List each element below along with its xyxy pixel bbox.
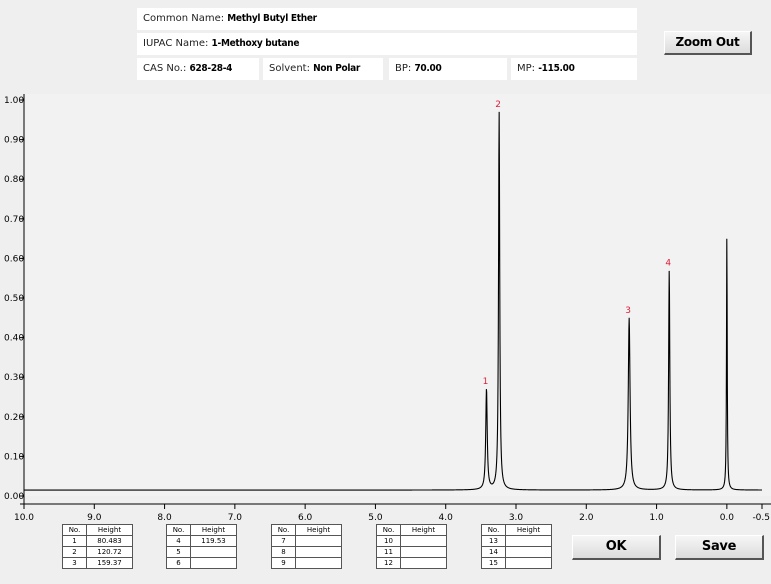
x-tick-label: 7.0: [228, 513, 243, 520]
peak-number: 4: [166, 535, 191, 547]
peak-table-row: 11: [376, 546, 447, 558]
y-tick-label: 0.40: [4, 334, 24, 344]
peak-height: [505, 546, 552, 558]
peak-height: [400, 546, 447, 558]
peak-table-header-no: No.: [376, 524, 401, 536]
x-tick-label: 8.0: [157, 513, 172, 520]
x-tick-label: 10.0: [14, 513, 34, 520]
peak-height: [190, 557, 237, 569]
peak-height: 159.37: [86, 557, 133, 569]
peak-height: [295, 546, 342, 558]
x-tick-label: 1.0: [649, 513, 664, 520]
x-tick-label: 6.0: [298, 513, 313, 520]
y-tick-label: 0.50: [4, 294, 24, 304]
peak-table-row: 1 80.483: [62, 535, 133, 547]
y-tick-label: 0.70: [4, 215, 24, 225]
peak-height: [505, 535, 552, 547]
peak-label: 3: [625, 306, 631, 316]
y-tick-label: 0.60: [4, 254, 24, 264]
peak-table-row: 7: [271, 535, 342, 547]
peak-height: [505, 557, 552, 569]
peak-table-row: 12: [376, 557, 447, 569]
x-tick-label: 9.0: [87, 513, 102, 520]
peak-number: 14: [481, 546, 506, 558]
peak-number: 3: [62, 557, 87, 569]
peak-table-row: 2 120.72: [62, 546, 133, 558]
peak-table-header-height: Height: [190, 524, 237, 536]
peak-table-header-height: Height: [400, 524, 447, 536]
peak-table: No. Height 10 11 12: [376, 524, 447, 569]
peak-number: 12: [376, 557, 401, 569]
peak-label: 4: [665, 258, 671, 268]
peak-table: No. Height 7 8 9: [271, 524, 342, 569]
peak-label: 1: [483, 377, 489, 387]
peak-table-row: 3 159.37: [62, 557, 133, 569]
peak-number: 13: [481, 535, 506, 547]
peak-number: 15: [481, 557, 506, 569]
peak-table-header-no: No.: [481, 524, 506, 536]
peak-table-row: 14: [481, 546, 552, 558]
ok-button[interactable]: OK: [572, 535, 661, 560]
x-tick-label: -0.5: [752, 513, 770, 520]
peak-height: [295, 535, 342, 547]
y-tick-label: 0.10: [4, 452, 24, 462]
peak-table-row: 4 119.53: [166, 535, 237, 547]
nmr-spectrum-chart: 1.00 0.90 0.80 0.70 0.60 0.50 0.40 0.30 0.20 0.10…: [4, 94, 771, 520]
x-tick-label: 5.0: [368, 513, 383, 520]
peak-height: [400, 557, 447, 569]
peak-number: 1: [62, 535, 87, 547]
peak-height: 80.483: [86, 535, 133, 547]
peak-number: 5: [166, 546, 191, 558]
peak-label: 2: [495, 100, 501, 110]
peak-table-header-no: No.: [166, 524, 191, 536]
y-tick-label: 0.30: [4, 373, 24, 383]
peak-number: 9: [271, 557, 296, 569]
peak-number: 2: [62, 546, 87, 558]
peak-table-header-no: No.: [271, 524, 296, 536]
peak-table-header-height: Height: [86, 524, 133, 536]
peak-table-header-height: Height: [295, 524, 342, 536]
save-button[interactable]: Save: [675, 535, 764, 560]
peak-table-header-no: No.: [62, 524, 87, 536]
peak-table-row: 13: [481, 535, 552, 547]
y-tick-label: 0.90: [4, 136, 24, 146]
x-tick-label: 4.0: [439, 513, 454, 520]
peak-table-row: 8: [271, 546, 342, 558]
x-tick-label: 0.0: [720, 513, 735, 520]
y-tick-label: 0.20: [4, 413, 24, 423]
y-tick-label: 1.00: [4, 96, 24, 106]
peak-table: No. Height 1 80.483 2 120.72 3 159.37: [62, 524, 133, 569]
peak-height: [295, 557, 342, 569]
peak-table-row: 5: [166, 546, 237, 558]
y-tick-label: 0.00: [4, 492, 24, 502]
peak-height: [190, 546, 237, 558]
x-tick-label: 2.0: [579, 513, 594, 520]
peak-number: 11: [376, 546, 401, 558]
peak-number: 6: [166, 557, 191, 569]
peak-number: 8: [271, 546, 296, 558]
peak-table: No. Height 4 119.53 5 6: [166, 524, 237, 569]
peak-height: 119.53: [190, 535, 237, 547]
peak-table-row: 6: [166, 557, 237, 569]
peak-height: [400, 535, 447, 547]
peak-table-row: 10: [376, 535, 447, 547]
y-tick-label: 0.80: [4, 175, 24, 185]
x-tick-label: 3.0: [509, 513, 524, 520]
peak-table: No. Height 13 14 15: [481, 524, 552, 569]
peak-number: 10: [376, 535, 401, 547]
peak-table-row: 9: [271, 557, 342, 569]
peak-number: 7: [271, 535, 296, 547]
peak-table-row: 15: [481, 557, 552, 569]
peak-table-header-height: Height: [505, 524, 552, 536]
peak-height: 120.72: [86, 546, 133, 558]
